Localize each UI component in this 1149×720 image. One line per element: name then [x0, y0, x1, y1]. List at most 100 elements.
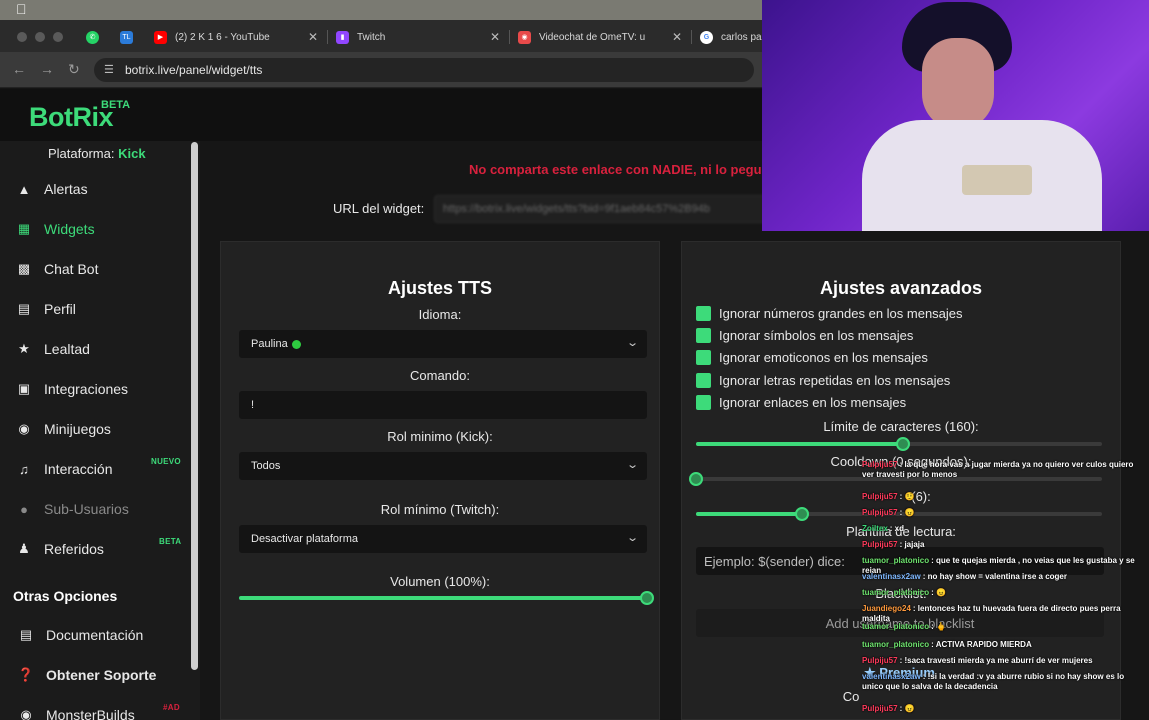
- url-bar[interactable]: ☰ botrix.live/panel/widget/tts: [94, 58, 754, 82]
- third-slider-thumb[interactable]: [794, 507, 809, 521]
- chat-username: tuamor_platonico: [862, 622, 930, 631]
- site-settings-icon[interactable]: ☰: [104, 63, 114, 76]
- chevron-down-icon: ⌄: [625, 532, 639, 544]
- checkbox-checked[interactable]: [696, 328, 711, 343]
- close-window-button[interactable]: [17, 32, 27, 42]
- volume-slider[interactable]: [239, 591, 654, 605]
- reload-icon[interactable]: ↻: [68, 61, 80, 78]
- sidebar-item-chat-bot[interactable]: ▩ Chat Bot: [16, 258, 99, 280]
- command-input[interactable]: !: [239, 391, 647, 419]
- sidebar-item-documentacion[interactable]: ▤ Documentación: [18, 624, 143, 646]
- tab-google[interactable]: G carlos pal: [692, 25, 764, 49]
- kick-role-value: Todos: [251, 460, 281, 472]
- maximize-window-button[interactable]: [53, 32, 63, 42]
- sidebar-item-perfil[interactable]: ▤ Perfil: [16, 298, 76, 320]
- chat-message: tuamor_platonico: ACTIVA RAPIDO MIERDA: [862, 640, 1147, 650]
- checkbox-checked[interactable]: [696, 350, 711, 365]
- sidebar-item-referidos[interactable]: ♟ Referidos: [16, 538, 104, 560]
- language-select[interactable]: Paulina ⌄: [239, 330, 647, 358]
- sidebar-item-lealtad[interactable]: ★ Lealtad: [16, 338, 90, 360]
- ignore-repeated-letters-checkbox[interactable]: Ignorar letras repetidas en los mensajes: [696, 373, 950, 388]
- ad-badge: #AD: [163, 703, 180, 712]
- chat-text: : jajaja: [899, 540, 925, 549]
- tts-settings-panel: Ajustes TTS Idioma: Paulina ⌄ Comando: !…: [220, 241, 660, 720]
- warning-icon: ▲: [17, 181, 31, 197]
- checkbox-checked[interactable]: [696, 306, 711, 321]
- minimize-window-button[interactable]: [35, 32, 45, 42]
- back-icon[interactable]: ←: [12, 61, 26, 77]
- chat-text: : 😠: [931, 588, 946, 597]
- platform-label: Plataforma:: [48, 146, 115, 161]
- tab-whatsapp[interactable]: ✆: [78, 25, 106, 49]
- char-limit-slider-thumb[interactable]: [896, 437, 911, 451]
- tab-title: Videochat de OmeTV: u: [539, 31, 646, 43]
- chat-message: Pulpiju57: 😠: [862, 704, 1147, 714]
- chat-message: Pulpiju57: jajaja: [862, 540, 1147, 550]
- sidebar-item-alertas[interactable]: ▲ Alertas: [16, 178, 88, 200]
- ignore-numbers-checkbox[interactable]: Ignorar números grandes en los mensajes: [696, 306, 963, 321]
- sidebar-item-soporte[interactable]: ❓ Obtener Soporte: [17, 664, 157, 686]
- volume-slider-thumb[interactable]: [640, 591, 654, 605]
- chat-text: : no hay show = valentina irse a coger: [922, 572, 1067, 581]
- chat-message: valentinasx2aw: no hay show = valentina …: [862, 572, 1147, 582]
- sidebar-item-label: Chat Bot: [44, 261, 99, 277]
- sidebar-item-sub-usuarios[interactable]: ● Sub-Usuarios: [16, 498, 129, 520]
- sidebar-item-interaccion[interactable]: ♫ Interacción: [16, 458, 112, 480]
- webcam-shirt-print: [962, 165, 1032, 195]
- checkbox-checked[interactable]: [696, 395, 711, 410]
- chat-username: Pulpiju57: [862, 508, 898, 517]
- kick-role-label: Rol minimo (Kick):: [387, 429, 493, 444]
- tab-twitch[interactable]: ▮ Twitch ✕: [328, 25, 508, 49]
- chat-text: : 😠: [899, 704, 915, 713]
- volume-slider-fill: [239, 596, 647, 600]
- chat-username: valentinasx2aw: [862, 672, 921, 681]
- command-value: !: [251, 399, 255, 411]
- char-limit-slider[interactable]: [696, 437, 1102, 451]
- char-limit-label: Límite de caracteres (160):: [823, 419, 979, 434]
- sidebar-item-label: Documentación: [46, 627, 144, 643]
- widget-url-field[interactable]: https://botrix.live/widgets/tts?bid=9f1a…: [434, 195, 774, 223]
- chat-username: Pulpiju57: [862, 492, 898, 501]
- plug-icon: ▣: [17, 381, 31, 396]
- twitch-role-select[interactable]: Desactivar plataforma ⌄: [239, 525, 647, 553]
- chat-username: tuamor_platonico: [862, 556, 930, 565]
- sidebar-item-label: MonsterBuilds: [46, 707, 135, 720]
- sidebar-item-monsterbuilds[interactable]: ◉ MonsterBuilds: [18, 704, 135, 720]
- chat-username: Pulpiju57: [862, 460, 898, 469]
- close-tab-icon[interactable]: ✕: [308, 30, 318, 44]
- sidebar: Plataforma: Kick ▲ Alertas ▦ Widgets ▩ C…: [0, 141, 200, 720]
- forward-icon[interactable]: →: [40, 61, 54, 77]
- checkbox-checked[interactable]: [696, 373, 711, 388]
- sidebar-item-integraciones[interactable]: ▣ Integraciones: [16, 378, 128, 400]
- volume-label: Volumen (100%):: [390, 574, 490, 589]
- cooldown-slider-thumb[interactable]: [689, 472, 703, 486]
- chat-username: Pulpiju57: [862, 704, 898, 713]
- tab-tl[interactable]: TL: [112, 25, 140, 49]
- help-icon: ❓: [17, 667, 35, 682]
- tab-ometv[interactable]: ◉ Videochat de OmeTV: u ✕: [510, 25, 690, 49]
- window-controls: [17, 32, 63, 42]
- ignore-symbols-checkbox[interactable]: Ignorar símbolos en los mensajes: [696, 328, 913, 343]
- chat-message: Pulpiju57: 😠: [862, 508, 1147, 518]
- sidebar-item-minijuegos[interactable]: ◉ Minijuegos: [16, 418, 111, 440]
- chat-message: tuamor_platonico: 😠: [862, 588, 1147, 598]
- sidebar-item-label: Obtener Soporte: [46, 667, 157, 683]
- kick-role-select[interactable]: Todos ⌄: [239, 452, 647, 480]
- close-tab-icon[interactable]: ✕: [490, 30, 500, 44]
- chat-message: Pulpiju57: 🤨: [862, 492, 1147, 502]
- ignore-links-checkbox[interactable]: Ignorar enlaces en los mensajes: [696, 395, 906, 410]
- sidebar-scrollbar[interactable]: [191, 142, 198, 670]
- tab-youtube[interactable]: ▶ (2) 2 K 1 6 - YouTube ✕: [146, 25, 326, 49]
- google-icon: G: [700, 30, 713, 44]
- chat-text: : !saca travesti mierda ya me aburrí de …: [899, 656, 1093, 665]
- sidebar-item-widgets[interactable]: ▦ Widgets: [16, 218, 95, 240]
- apple-icon[interactable]: : [16, 1, 27, 17]
- green-circle-icon: [291, 339, 301, 349]
- platform-indicator: Plataforma: Kick: [48, 146, 146, 161]
- ignore-emotes-checkbox[interactable]: Ignorar emoticonos en los mensajes: [696, 350, 928, 365]
- chevron-down-icon: ⌄: [625, 459, 639, 471]
- sidebar-item-label: Interacción: [44, 461, 113, 477]
- close-tab-icon[interactable]: ✕: [672, 30, 682, 44]
- chevron-down-icon: ⌄: [625, 337, 639, 349]
- tts-title: Ajustes TTS: [387, 278, 493, 298]
